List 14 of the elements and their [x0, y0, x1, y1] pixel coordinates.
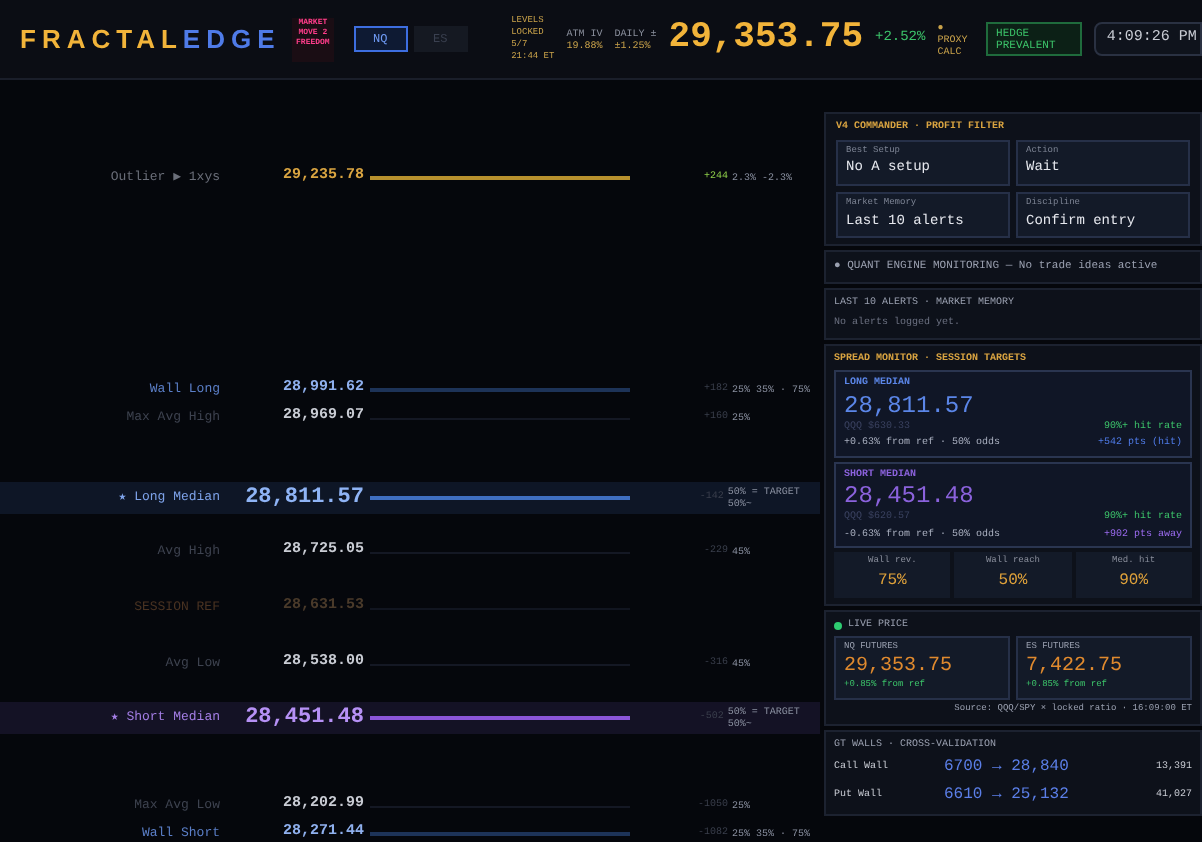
level-price: 28,811.57 — [243, 483, 364, 514]
target-price: 28,811.57 — [844, 391, 976, 419]
price-value: 29,353.75 — [668, 16, 863, 62]
stat-value: 50% — [998, 569, 1028, 594]
stat-value: 75% — [877, 569, 907, 594]
wall-mapping: 6700 → 28,840 — [944, 756, 1071, 780]
logo-text: FRACTAL — [20, 21, 183, 58]
logo-text: EDGE — [182, 21, 281, 58]
stat-value: 90% — [1119, 569, 1149, 594]
wall-mapping: 6610 → 25,132 — [944, 784, 1071, 808]
level-price: 28,451.48 — [243, 703, 364, 734]
target-price: 28,451.48 — [844, 482, 976, 510]
quote-price: 29,353.75 — [844, 656, 955, 679]
quote-price: 7,422.75 — [1026, 656, 1125, 679]
